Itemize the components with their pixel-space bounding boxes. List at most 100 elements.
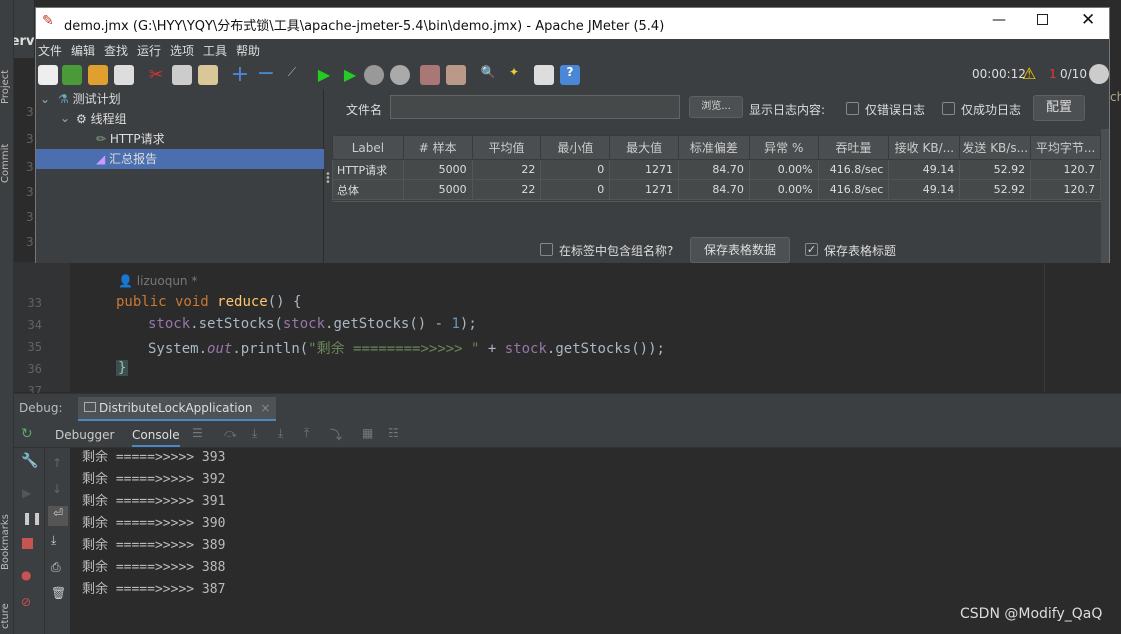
function-helper-icon[interactable] [534,65,554,85]
code-line-35[interactable]: System.out.println("剩余 ========>>>>> " +… [148,338,665,358]
expand-icon[interactable]: + [230,64,250,86]
stop-icon[interactable] [364,65,384,85]
menu-edit[interactable]: 编辑 [71,42,95,59]
step-into-icon[interactable]: ⤓ [252,426,257,441]
menu-file[interactable]: 文件 [38,42,62,59]
force-step-into-icon[interactable]: ⤓ [278,426,283,441]
start-icon[interactable]: ▶ [314,65,334,85]
menu-tools[interactable]: 工具 [203,42,227,59]
mute-breakpoints-icon[interactable]: ⊘ [21,595,31,609]
save-header-checkbox[interactable]: ✓ [805,243,818,256]
code-line-33[interactable]: public void reduce() { [116,294,301,310]
menu-run[interactable]: 运行 [137,42,161,59]
clear-icon[interactable] [420,65,440,85]
col-average[interactable]: 平均值 [471,135,542,160]
menu-search[interactable]: 查找 [104,42,128,59]
clear-all-icon[interactable] [446,65,466,85]
new-icon[interactable] [38,65,58,85]
up-icon[interactable]: ↑ [52,456,62,470]
evaluate-icon[interactable]: ▦ [362,426,373,440]
trash-icon[interactable]: 🗑 [51,586,66,600]
commit-tab[interactable]: Commit [0,138,14,188]
start-no-pause-icon[interactable]: ▶ [340,65,360,85]
reset-search-icon[interactable]: ✦ [504,65,524,85]
col-avg-bytes[interactable]: 平均字节... [1030,135,1101,160]
menu-help[interactable]: 帮助 [236,42,260,59]
tab-console[interactable]: Console [132,428,180,447]
include-group-checkbox[interactable] [540,243,553,256]
warning-icon[interactable]: ⚠ [1022,64,1036,83]
down-icon[interactable]: ↓ [52,482,62,496]
save-icon[interactable] [114,65,134,85]
maximize-button[interactable] [1037,14,1048,25]
col-samples[interactable]: # 样本 [402,135,473,160]
project-tab[interactable]: Project [0,62,14,112]
run-to-cursor-icon[interactable]: ⤵ [330,426,342,443]
templates-icon[interactable] [62,65,82,85]
wrench-icon[interactable]: 🔧 [21,453,38,469]
split-handle[interactable]: • • • [324,89,332,263]
close-button[interactable]: ✕ [1081,10,1095,30]
drag-handle-icon[interactable]: • • • [325,170,331,188]
chevron-down-icon[interactable]: ⌄ [40,92,50,106]
tab-debugger[interactable]: Debugger [55,428,114,442]
col-error[interactable]: 异常 % [748,135,819,160]
bookmarks-tab[interactable]: Bookmarks [0,508,14,576]
col-throughput[interactable]: 吞吐量 [817,135,890,160]
paste-icon[interactable] [198,65,218,85]
errors-only-checkbox[interactable] [846,102,859,115]
table-cell: 52.92 [959,179,1032,200]
collapse-icon[interactable]: − [256,63,276,85]
print-icon[interactable]: ⎙ [51,560,61,575]
trace-icon[interactable]: ☷ [388,426,399,440]
col-stddev[interactable]: 标准偏差 [678,135,750,160]
resume-icon[interactable]: ▶ [22,486,31,500]
filename-input[interactable] [390,95,680,119]
col-sent[interactable]: 发送 KB/s... [959,135,1032,160]
step-over-icon[interactable]: ⤼ [224,426,237,441]
table-header-row: Label # 样本 平均值 最小值 最大值 标准偏差 异常 % 吞吐量 接收 … [332,135,1101,160]
debug-session-tab[interactable]: DistributeLockApplication × [78,397,277,421]
col-max[interactable]: 最大值 [609,135,680,160]
code-line-34[interactable]: stock.setStocks(stock.getStocks() - 1); [148,316,477,332]
col-label[interactable]: Label [332,135,404,160]
close-icon[interactable]: × [260,401,270,415]
scroll-end-icon[interactable]: ⤓ [51,533,56,548]
tree-item-summary-report[interactable]: ◢ 汇总报告 [36,149,324,169]
table-scrollbar[interactable] [1101,129,1109,263]
minimize-button[interactable]: — [992,12,1006,28]
breakpoints-icon[interactable]: ● [21,568,31,582]
toggle-icon[interactable]: ⟋ [282,65,302,85]
code-text: .getStocks() - [325,316,452,332]
table-row[interactable]: 总体 5000 22 0 1271 84.70 0.00% 416.8/sec … [332,179,1101,200]
chevron-down-icon[interactable]: ⌄ [60,111,70,125]
search-icon[interactable]: 🔍 [478,65,498,85]
structure-tab[interactable]: cture [0,598,14,634]
tree-item-test-plan[interactable]: ⚗ 测试计划 [58,89,121,109]
col-min[interactable]: 最小值 [540,135,611,160]
configure-button[interactable]: 配置 [1033,95,1085,121]
code-line-36[interactable]: } [116,360,129,376]
help-icon[interactable]: ? [560,65,580,85]
success-only-checkbox[interactable] [942,102,955,115]
open-icon[interactable] [88,65,108,85]
tree-item-http-request[interactable]: ✏ HTTP请求 [96,129,165,149]
browse-button[interactable]: 浏览... [689,96,743,118]
table-row[interactable]: HTTP请求 5000 22 0 1271 84.70 0.00% 416.8/… [332,159,1101,180]
menu-options[interactable]: 选项 [170,42,194,59]
menu-icon[interactable]: ☰ [192,426,203,440]
remote-icon[interactable] [1089,64,1109,84]
copy-icon[interactable] [172,65,192,85]
rerun-icon[interactable]: ↻ [21,426,33,442]
stop-icon[interactable] [22,538,33,549]
save-table-button[interactable]: 保存表格数据 [690,237,790,263]
console-actions: ↑ ↓ ⏎ ⤓ ⎙ 🗑 [44,448,70,634]
tree-label: 测试计划 [72,92,121,106]
step-out-icon[interactable]: ⤒ [304,426,309,441]
soft-wrap-icon[interactable]: ⏎ [48,506,68,526]
pause-icon[interactable]: ❚❚ [22,511,42,525]
shutdown-icon[interactable] [390,65,410,85]
tree-item-thread-group[interactable]: ⚙ 线程组 [76,109,127,129]
cut-icon[interactable]: ✂ [146,65,166,85]
col-received[interactable]: 接收 KB/... [888,135,961,160]
